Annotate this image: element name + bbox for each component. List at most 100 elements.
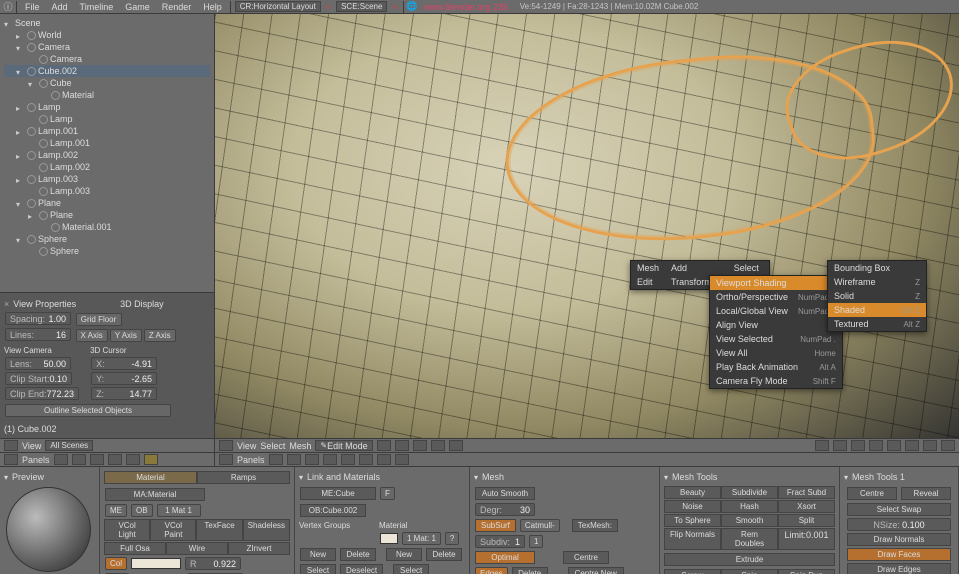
select-swap-button[interactable]: Select Swap [847, 503, 951, 516]
view-menu[interactable]: View [237, 441, 256, 451]
editor-type-icon[interactable] [4, 440, 18, 451]
panel-btn[interactable] [126, 454, 140, 465]
menu-item[interactable]: TexturedAlt Z [828, 317, 926, 331]
menu-game[interactable]: Game [119, 2, 156, 12]
url-link[interactable]: www.blender.org 235 [418, 2, 514, 12]
panel-title[interactable]: Mesh [474, 470, 655, 485]
outliner-item[interactable]: Lamp [50, 114, 73, 124]
panel-btn[interactable] [269, 454, 283, 465]
expand-icon[interactable] [16, 199, 25, 208]
outliner-item[interactable]: Cube [50, 78, 72, 88]
viewport-btn[interactable] [449, 440, 463, 451]
panel-btn[interactable] [287, 454, 301, 465]
ramps-tab[interactable]: Ramps [197, 471, 290, 484]
vis-icon[interactable] [39, 187, 48, 196]
edges-delete[interactable]: Delete [512, 567, 548, 574]
rem-doubles-button[interactable]: Rem Doubles [721, 528, 778, 550]
panel-title[interactable]: Mesh Tools [664, 470, 835, 485]
z-axis-toggle[interactable]: Z Axis [144, 329, 176, 342]
color-swatch[interactable] [131, 558, 181, 569]
panel-title[interactable]: Preview [4, 470, 95, 485]
mesh-menu[interactable]: Mesh [289, 441, 311, 451]
draw-edges-toggle[interactable]: Draw Edges [847, 563, 951, 574]
outliner-item[interactable]: Lamp.002 [50, 162, 90, 172]
viewport-btn[interactable] [923, 440, 937, 451]
split-button[interactable]: Split [778, 514, 835, 527]
menu-item[interactable]: Local/Global ViewNumPad 7 [710, 304, 842, 318]
viewport-btn[interactable] [833, 440, 847, 451]
hash-button[interactable]: Hash [721, 500, 778, 513]
y-axis-toggle[interactable]: Y Axis [110, 329, 142, 342]
vcol-light-toggle[interactable]: VCol Light [104, 519, 150, 541]
cursor-z-field[interactable]: Z:14.77 [91, 387, 157, 400]
noise-button[interactable]: Noise [664, 500, 721, 513]
scene-dropdown[interactable]: SCE:Scene [336, 1, 387, 12]
grid-floor-toggle[interactable]: Grid Floor [76, 313, 122, 326]
select-menu[interactable]: Select [260, 441, 285, 451]
zinvert-toggle[interactable]: ZInvert [228, 542, 290, 555]
centre-button[interactable]: Centre [847, 487, 897, 500]
view-submenu[interactable]: Viewport ShadingOrtho/PerspectiveNumPad … [709, 275, 843, 389]
viewport-btn[interactable] [905, 440, 919, 451]
panel-btn[interactable] [90, 454, 104, 465]
menu-item[interactable]: Edit [631, 275, 665, 289]
vg-new-button[interactable]: New [300, 548, 336, 561]
vis-icon[interactable] [39, 55, 48, 64]
spin-button[interactable]: Spin [721, 569, 778, 574]
3d-viewport[interactable]: MeshAddSelectEditTransformView Viewport … [215, 14, 959, 452]
centre-button[interactable]: Centre [563, 551, 609, 564]
panel-title[interactable]: Link and Materials [299, 470, 465, 485]
outliner-item[interactable]: Lamp.001 [50, 138, 90, 148]
screen-layout-dropdown[interactable]: CR:Horizontal Layout [235, 1, 321, 12]
nsize-field[interactable]: NSize: 0.100 [847, 518, 951, 531]
viewport-btn[interactable] [377, 440, 391, 451]
outliner-item[interactable]: Lamp.003 [50, 186, 90, 196]
to-sphere-button[interactable]: To Sphere [664, 514, 721, 527]
vg-delete-button[interactable]: Delete [340, 548, 376, 561]
fract-subd-button[interactable]: Fract Subd [778, 486, 835, 499]
menu-item[interactable]: Select [728, 261, 769, 275]
viewport-btn[interactable] [413, 440, 427, 451]
close-scene-icon[interactable]: × [389, 2, 400, 12]
expand-icon[interactable] [16, 235, 25, 244]
vis-icon[interactable] [27, 235, 36, 244]
vis-icon[interactable] [27, 199, 36, 208]
menu-item[interactable]: Add [665, 261, 728, 275]
auto-smooth-toggle[interactable]: Auto Smooth [475, 487, 535, 500]
expand-icon[interactable] [16, 67, 25, 76]
viewport-shading-submenu[interactable]: Bounding BoxWireframeZSolidZShadedCtrl Z… [827, 260, 927, 332]
menu-item[interactable]: Align View [710, 318, 842, 332]
subdiv-field[interactable]: Subdiv:1 [475, 535, 525, 548]
panel-btn[interactable] [72, 454, 86, 465]
smooth-button[interactable]: Smooth [721, 514, 778, 527]
panel-btn[interactable] [323, 454, 337, 465]
expand-icon[interactable] [4, 19, 13, 28]
menu-render[interactable]: Render [156, 2, 198, 12]
vis-icon[interactable] [39, 163, 48, 172]
expand-icon[interactable] [16, 151, 25, 160]
mat-new-button[interactable]: New [386, 548, 422, 561]
outliner-item[interactable]: World [38, 30, 61, 40]
vis-icon[interactable] [39, 79, 48, 88]
f-button[interactable]: F [380, 487, 395, 500]
mat-query[interactable]: ? [445, 532, 459, 545]
viewport-btn[interactable] [851, 440, 865, 451]
outliner-item[interactable]: Plane [50, 210, 73, 220]
shading-context-icon[interactable] [144, 454, 158, 465]
panels-menu[interactable]: Panels [237, 455, 265, 465]
mat-index[interactable]: 1 Mat: 1 [402, 532, 441, 545]
extrude-button[interactable]: Extrude [664, 553, 835, 566]
expand-icon[interactable] [16, 103, 25, 112]
cursor-x-field[interactable]: X:-4.91 [91, 357, 157, 370]
shadeless-toggle[interactable]: Shadeless [243, 519, 290, 541]
outliner-item[interactable]: Sphere [50, 246, 79, 256]
mat-swatch[interactable] [380, 533, 398, 544]
menu-file[interactable]: File [19, 2, 46, 12]
me-link[interactable]: ME [105, 504, 127, 517]
view-menu[interactable]: View [22, 441, 41, 451]
screw-button[interactable]: Screw [664, 569, 721, 574]
expand-icon[interactable] [16, 31, 25, 40]
vis-icon[interactable] [39, 115, 48, 124]
vis-icon[interactable] [27, 151, 36, 160]
limit-field[interactable]: Limit:0.001 [778, 528, 835, 550]
